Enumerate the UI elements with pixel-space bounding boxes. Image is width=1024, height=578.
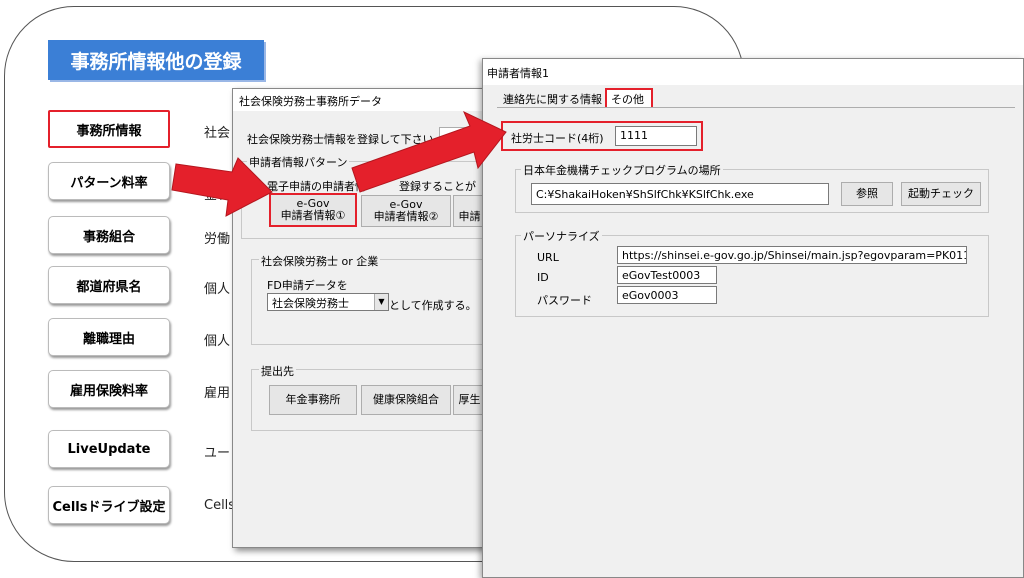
arrow-to-code: [351, 110, 507, 193]
arrow-to-pattern: [171, 157, 273, 217]
arrow-annotations: [171, 110, 507, 217]
